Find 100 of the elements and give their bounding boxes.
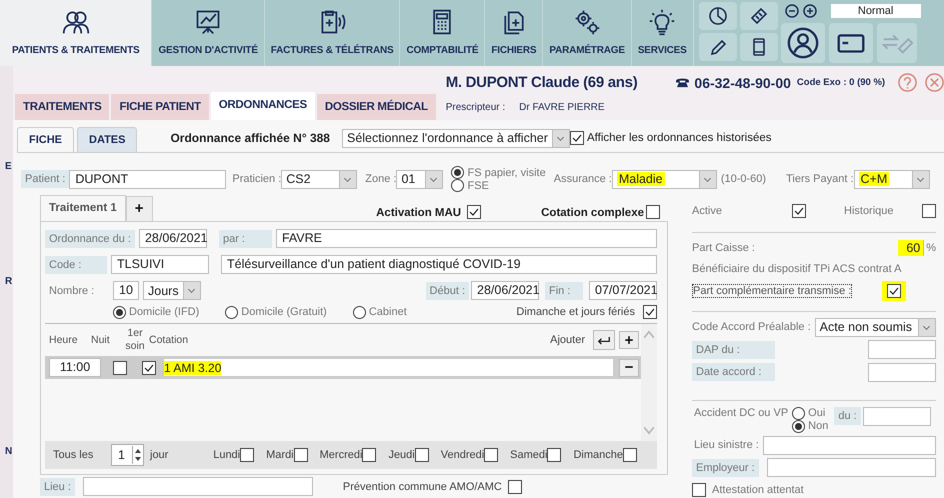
- nav-tab[interactable]: PATIENTS & TRAITEMENTS: [0, 0, 152, 66]
- description-field[interactable]: Télésurveillance d'un patient diagnostiqué COVID-19: [221, 255, 657, 274]
- date-field[interactable]: [862, 406, 931, 426]
- user-icon[interactable]: [780, 23, 825, 63]
- zone-select[interactable]: 01: [396, 170, 444, 188]
- checkbox[interactable]: [142, 360, 156, 374]
- sidebar-item[interactable]: R: [5, 276, 13, 287]
- patient-field[interactable]: DUPONT: [69, 170, 226, 188]
- end-date-field[interactable]: 07/07/2021: [589, 281, 657, 300]
- radio-button[interactable]: [225, 306, 238, 318]
- unit-label: %: [926, 242, 936, 254]
- percent-field[interactable]: 60: [898, 240, 924, 256]
- ordonnance-title: Ordonnance affichée N° 388: [170, 131, 330, 145]
- lieu-field[interactable]: [82, 477, 313, 496]
- section-tab[interactable]: DOSSIER MÉDICAL: [316, 94, 436, 120]
- checkbox[interactable]: [294, 448, 308, 462]
- checkbox[interactable]: [113, 360, 127, 374]
- checkbox[interactable]: [484, 448, 498, 462]
- cotation-field[interactable]: 1 AMI 3.20: [164, 359, 613, 376]
- checkbox-label: Historique: [844, 204, 894, 217]
- section-tab[interactable]: ORDONNANCES: [210, 92, 315, 120]
- zoom-in-icon[interactable]: [802, 4, 817, 18]
- checkbox[interactable]: [414, 448, 429, 462]
- radio-button[interactable]: [451, 166, 464, 179]
- remove-row-button[interactable]: −: [619, 358, 639, 376]
- checkbox[interactable]: [887, 284, 901, 298]
- checkbox-label: Mercredi: [320, 449, 362, 461]
- zoom-out-icon[interactable]: [784, 4, 799, 18]
- interval-spinner[interactable]: 1: [111, 444, 144, 466]
- radio-button[interactable]: [352, 306, 366, 318]
- prescripteur-label: Prescripteur :: [446, 102, 506, 113]
- date-field[interactable]: 28/06/2021: [138, 229, 207, 248]
- checkbox[interactable]: [623, 448, 637, 462]
- field-label: Lieu :: [40, 478, 75, 496]
- column-header: 1er soin: [124, 327, 146, 353]
- sub-tab[interactable]: DATES: [77, 127, 138, 152]
- add-row-button[interactable]: +: [619, 331, 639, 349]
- checkbox[interactable]: [240, 448, 254, 462]
- field-label: Nombre :: [48, 284, 96, 296]
- prescriber-field[interactable]: FAVRE: [276, 229, 657, 248]
- checkbox[interactable]: [570, 131, 584, 145]
- checkbox-label: Lundi: [213, 449, 240, 461]
- radio-button[interactable]: [451, 179, 464, 192]
- unit-select[interactable]: Jours: [143, 281, 201, 300]
- checkbox[interactable]: [508, 480, 522, 494]
- checkbox[interactable]: [922, 204, 936, 218]
- section-tab[interactable]: FICHE PATIENT: [111, 94, 209, 120]
- radio-label: Oui: [808, 407, 826, 420]
- sidebar-item[interactable]: N: [5, 446, 13, 457]
- checkbox-label: Jeudi: [388, 449, 415, 461]
- field-label: Date accord :: [692, 363, 775, 382]
- date-field[interactable]: [868, 340, 936, 360]
- checkbox-label: Attestation attentat: [712, 484, 804, 496]
- checkbox[interactable]: [547, 448, 562, 462]
- phone-number: 06-32-48-90-00: [694, 74, 791, 90]
- number-field[interactable]: 10: [113, 281, 139, 300]
- field-label: par :: [218, 230, 272, 248]
- checkbox-label: Part complémentaire transmise :: [692, 284, 852, 298]
- scrollbar[interactable]: [641, 324, 657, 441]
- field-label: Lieu sinistre :: [694, 439, 759, 452]
- gears-icon: [573, 8, 602, 36]
- chart-board-icon: [194, 8, 222, 36]
- accord-select[interactable]: Acte non soumis: [814, 318, 936, 337]
- ordonnance-select[interactable]: Sélectionnez l'ordonnance à afficher: [342, 128, 570, 148]
- radio-button[interactable]: [792, 406, 806, 420]
- pencil-icon[interactable]: [698, 33, 737, 61]
- section-tab[interactable]: TRAITEMENTS: [15, 94, 110, 120]
- sidebar-item[interactable]: E: [5, 161, 13, 172]
- lieu-sinistre-field[interactable]: [762, 436, 936, 455]
- checkbox[interactable]: [792, 204, 806, 218]
- field-label: Employeur :: [692, 458, 759, 477]
- ticket-icon[interactable]: [740, 2, 778, 30]
- sub-tab[interactable]: FICHE: [17, 127, 74, 152]
- tiers-payant-select[interactable]: C+M: [854, 170, 930, 188]
- checkbox[interactable]: [643, 305, 657, 319]
- code-field[interactable]: TLSUIVI: [111, 255, 209, 274]
- radio-button[interactable]: [113, 306, 126, 318]
- employeur-field[interactable]: [766, 458, 936, 478]
- praticien-select[interactable]: CS2: [281, 170, 358, 188]
- field-label: Ordonnance du :: [45, 230, 135, 248]
- checkbox[interactable]: [362, 448, 376, 462]
- phone-icon[interactable]: [740, 33, 778, 61]
- time-field[interactable]: 11:00: [49, 358, 101, 377]
- field-label: Patient :: [21, 170, 70, 188]
- prescripteur-name: Dr FAVRE PIERRE: [519, 102, 605, 113]
- checkbox[interactable]: [646, 205, 660, 219]
- pie-chart-icon[interactable]: [698, 2, 737, 30]
- lightbulb-icon: [648, 8, 676, 36]
- start-date-field[interactable]: 28/06/2021: [471, 281, 539, 300]
- radio-label: FS papier, visite: [467, 166, 546, 178]
- date-field[interactable]: [868, 362, 936, 382]
- add-tab-button[interactable]: +: [126, 196, 153, 221]
- assurance-select[interactable]: Maladie: [612, 170, 717, 188]
- checkbox[interactable]: [692, 482, 706, 497]
- enter-icon[interactable]: [593, 330, 615, 350]
- treatment-tab[interactable]: Traitement 1: [40, 195, 126, 221]
- checkbox[interactable]: [467, 205, 482, 219]
- zoom-select[interactable]: Normal: [830, 4, 921, 18]
- radio-button[interactable]: [792, 420, 806, 433]
- card-icon[interactable]: [828, 23, 873, 63]
